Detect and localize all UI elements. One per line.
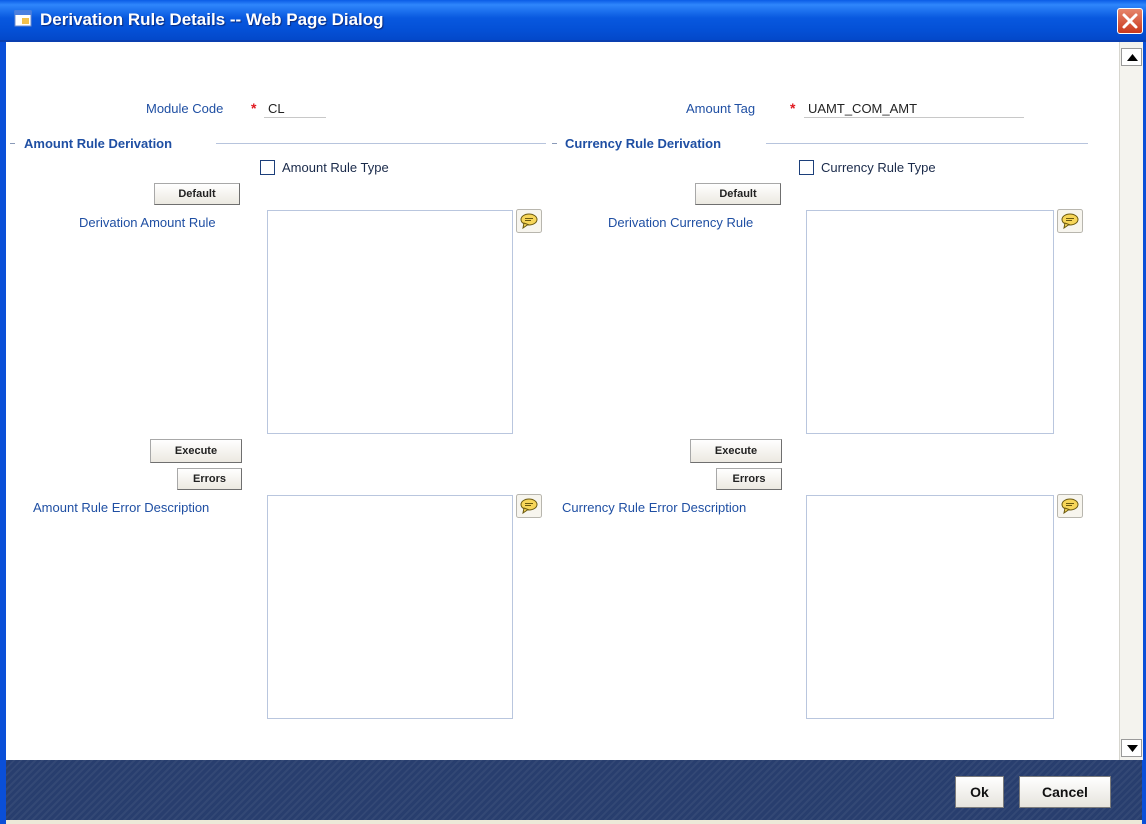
scroll-down-button[interactable] xyxy=(1121,739,1142,757)
currency-default-button[interactable]: Default xyxy=(695,183,781,205)
section-divider xyxy=(552,143,557,144)
arrow-down-icon xyxy=(1127,745,1138,752)
close-button[interactable] xyxy=(1117,8,1143,34)
currency-execute-button[interactable]: Execute xyxy=(690,439,782,463)
currency-error-description-label: Currency Rule Error Description xyxy=(562,500,747,515)
currency-rule-type-checkbox[interactable] xyxy=(799,160,814,175)
module-code-field[interactable] xyxy=(264,99,326,118)
currency-section-title: Currency Rule Derivation xyxy=(559,136,728,151)
amount-tag-label: Amount Tag xyxy=(686,101,756,116)
close-icon xyxy=(1122,13,1138,29)
amount-error-description-label: Amount Rule Error Description xyxy=(33,500,210,515)
section-divider xyxy=(766,143,1088,144)
required-marker: * xyxy=(251,100,257,116)
ok-button[interactable]: Ok xyxy=(955,776,1004,808)
title-bar: Derivation Rule Details -- Web Page Dial… xyxy=(0,0,1146,42)
dialog-footer: Ok Cancel xyxy=(6,760,1142,820)
derivation-amount-rule-label: Derivation Amount Rule xyxy=(79,215,216,230)
amount-tag-field[interactable] xyxy=(804,99,1024,118)
vertical-scrollbar[interactable] xyxy=(1119,42,1143,760)
amount-section-title: Amount Rule Derivation xyxy=(18,136,179,151)
comment-icon[interactable] xyxy=(1057,494,1083,518)
scroll-up-button[interactable] xyxy=(1121,48,1142,66)
window-title: Derivation Rule Details -- Web Page Dial… xyxy=(40,10,384,29)
derivation-currency-rule-textarea[interactable] xyxy=(806,210,1054,434)
amount-execute-button[interactable]: Execute xyxy=(150,439,242,463)
comment-icon[interactable] xyxy=(516,494,542,518)
amount-error-description-textarea[interactable] xyxy=(267,495,513,719)
section-divider xyxy=(10,143,15,144)
derivation-amount-rule-textarea[interactable] xyxy=(267,210,513,434)
currency-rule-type-label: Currency Rule Type xyxy=(821,160,936,175)
arrow-up-icon xyxy=(1127,54,1138,61)
currency-errors-button[interactable]: Errors xyxy=(716,468,782,490)
amount-default-button[interactable]: Default xyxy=(154,183,240,205)
section-divider xyxy=(216,143,546,144)
dialog-content: Module Code * Amount Tag * Amount Rule D… xyxy=(6,42,1119,760)
amount-rule-type-checkbox[interactable] xyxy=(260,160,275,175)
derivation-currency-rule-label: Derivation Currency Rule xyxy=(608,215,754,230)
cancel-button[interactable]: Cancel xyxy=(1019,776,1111,808)
amount-errors-button[interactable]: Errors xyxy=(177,468,242,490)
module-code-label: Module Code xyxy=(146,101,224,116)
amount-rule-type-label: Amount Rule Type xyxy=(282,160,389,175)
comment-icon[interactable] xyxy=(516,209,542,233)
comment-icon[interactable] xyxy=(1057,209,1083,233)
required-marker: * xyxy=(790,100,796,116)
web-page-icon xyxy=(14,10,32,27)
currency-error-description-textarea[interactable] xyxy=(806,495,1054,719)
